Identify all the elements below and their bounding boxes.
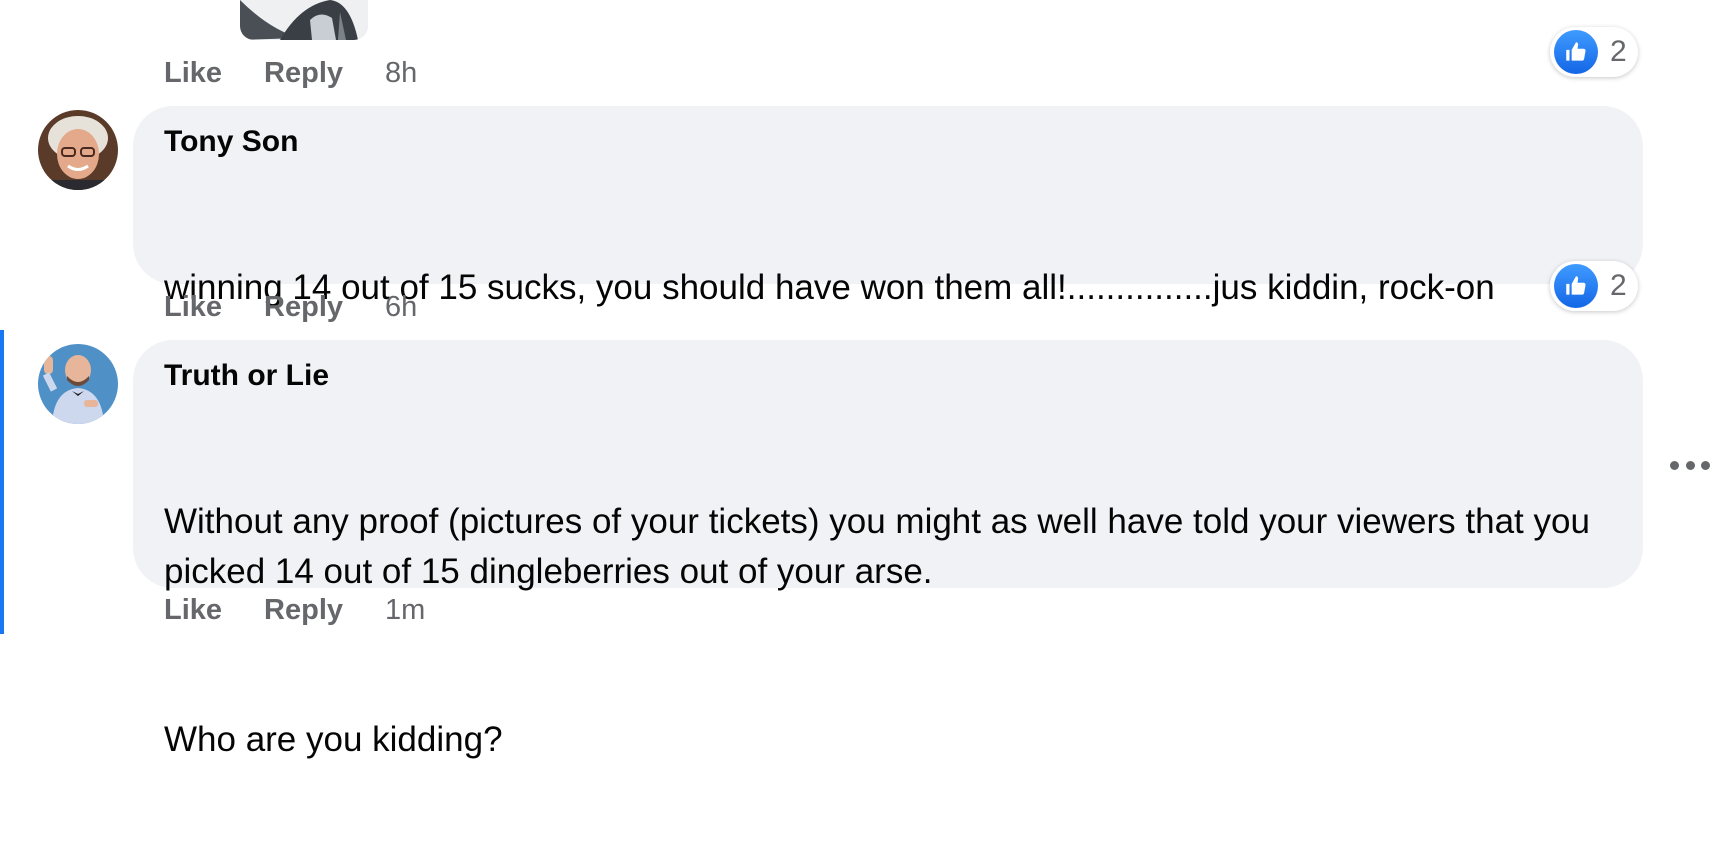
like-button[interactable]: Like — [164, 57, 222, 90]
avatar[interactable] — [38, 110, 118, 190]
comment-actions: Like Reply 8h — [164, 53, 417, 93]
comment-timestamp[interactable]: 6h — [385, 291, 417, 324]
reaction-count-badge[interactable]: 2 — [1550, 27, 1638, 77]
more-dot — [1701, 460, 1710, 470]
like-button[interactable]: Like — [164, 594, 222, 627]
previous-comment-image[interactable] — [240, 0, 368, 40]
more-dot — [1670, 460, 1679, 470]
more-dot — [1685, 460, 1695, 470]
reply-button[interactable]: Reply — [264, 291, 343, 324]
comment-bubble: Truth or Lie Without any proof (pictures… — [133, 340, 1643, 759]
more-options-icon[interactable] — [1670, 455, 1710, 475]
comment-bubble: Tony Son winning 14 out of 15 sucks, you… — [133, 106, 1643, 307]
thumbs-up-icon — [1554, 264, 1598, 308]
comment-actions: Like Reply 6h — [164, 287, 417, 327]
reaction-count-badge[interactable]: 2 — [1550, 261, 1638, 311]
avatar[interactable] — [38, 344, 118, 424]
comment-author[interactable]: Truth or Lie — [164, 358, 1613, 394]
comment-timestamp[interactable]: 8h — [385, 57, 417, 90]
like-button[interactable]: Like — [164, 291, 222, 324]
comment-paragraph: Who are you kidding? — [164, 720, 503, 759]
reply-button[interactable]: Reply — [264, 57, 343, 90]
comment-timestamp[interactable]: 1m — [385, 594, 425, 627]
comment-text: Without any proof (pictures of your tick… — [164, 397, 1613, 865]
thumbs-up-icon — [1554, 30, 1598, 74]
reaction-count: 2 — [1610, 35, 1627, 68]
new-comment-highlight — [0, 330, 4, 634]
reaction-count: 2 — [1610, 269, 1627, 302]
comment-actions: Like Reply 1m — [164, 590, 425, 630]
comment-author[interactable]: Tony Son — [164, 124, 1613, 160]
reply-button[interactable]: Reply — [264, 594, 343, 627]
comment-paragraph: Without any proof (pictures of your tick… — [164, 502, 1600, 591]
